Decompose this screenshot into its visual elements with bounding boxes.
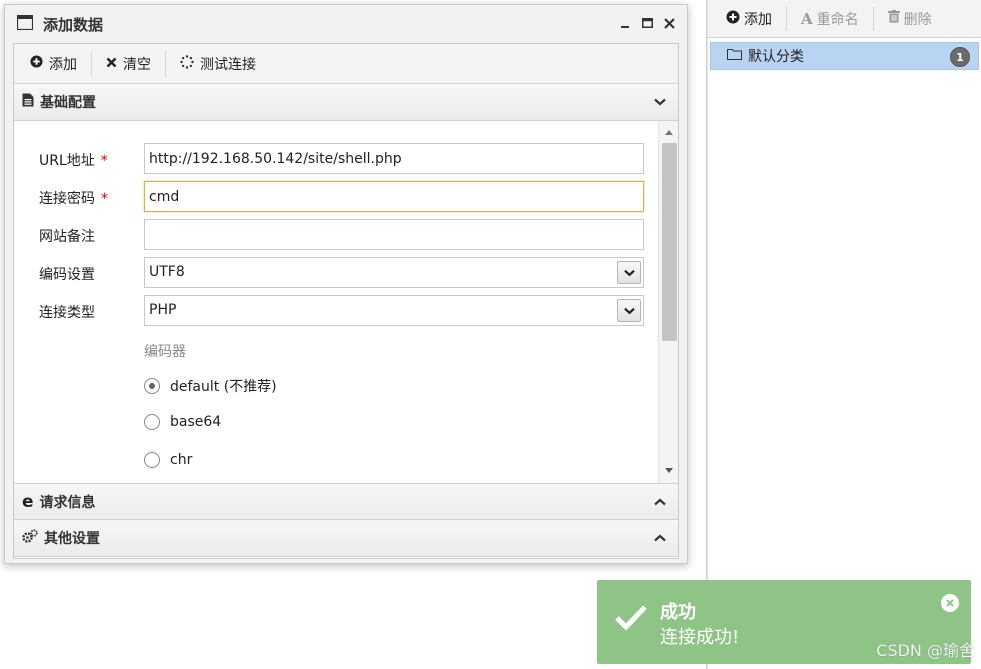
note-input[interactable]	[144, 219, 644, 250]
window-icon	[16, 14, 34, 34]
section-other-settings[interactable]: 其他设置	[14, 520, 678, 557]
close-icon[interactable]	[941, 594, 959, 612]
password-label: 连接密码 *	[39, 191, 108, 207]
encoder-option-label: base64	[170, 414, 222, 430]
trash-icon	[887, 10, 900, 27]
encoder-option-chr[interactable]: chr	[144, 452, 192, 468]
gears-icon	[22, 529, 38, 547]
category-delete-button[interactable]: 删除	[880, 6, 940, 32]
category-panel: 添加 A 重命名 删除 默认分类 1	[708, 0, 981, 669]
encoding-label: 编码设置	[39, 267, 95, 283]
category-label: 默认分类	[748, 49, 804, 65]
dialog-titlebar[interactable]: 添加数据	[5, 5, 687, 43]
category-delete-label: 删除	[903, 11, 932, 28]
close-icon	[106, 56, 117, 72]
type-label: 连接类型	[39, 305, 95, 321]
folder-icon	[727, 48, 742, 64]
encoder-option-base64[interactable]: base64	[144, 414, 221, 430]
section-request-info[interactable]: e 请求信息	[14, 483, 678, 520]
close-icon[interactable]	[661, 15, 677, 31]
watermark-text: CSDN @瑜舍	[876, 641, 975, 660]
add-button[interactable]: 添加	[22, 50, 85, 78]
note-label: 网站备注	[39, 229, 95, 245]
window-controls	[617, 15, 677, 31]
category-rename-button[interactable]: A 重命名	[793, 6, 867, 32]
encoding-select-value: UTF8	[149, 264, 185, 280]
clear-button[interactable]: 清空	[98, 50, 159, 78]
section-basic-config[interactable]: 基础配置	[14, 84, 678, 121]
url-label: URL地址 *	[39, 153, 108, 169]
encoder-label: 编码器	[144, 344, 186, 360]
plus-circle-icon	[30, 55, 43, 72]
password-input[interactable]	[144, 181, 644, 212]
encoding-select[interactable]: UTF8	[144, 257, 644, 288]
form-scrollbar[interactable]	[658, 121, 678, 483]
encoder-option-label: default (不推荐)	[170, 379, 277, 395]
test-connection-button[interactable]: 测试连接	[172, 50, 264, 78]
file-text-icon	[22, 93, 34, 111]
encoder-option-default[interactable]: default (不推荐)	[144, 376, 277, 396]
chevron-down-icon[interactable]	[617, 261, 641, 284]
chevron-up-icon[interactable]	[652, 494, 668, 510]
password-row: 连接密码 *	[14, 181, 654, 213]
plus-circle-icon	[726, 10, 740, 28]
radio-icon[interactable]	[144, 452, 160, 468]
scroll-thumb[interactable]	[662, 143, 677, 341]
url-row: URL地址 *	[14, 143, 654, 175]
spinner-icon	[180, 54, 194, 73]
category-toolbar: 添加 A 重命名 删除	[708, 0, 981, 38]
clear-button-label: 清空	[123, 56, 151, 73]
chevron-up-icon[interactable]	[652, 530, 668, 546]
type-select[interactable]: PHP	[144, 295, 644, 326]
toolbar-separator	[91, 50, 92, 77]
chevron-down-icon[interactable]	[617, 299, 641, 322]
radio-checked-icon[interactable]	[144, 378, 160, 394]
dialog-title: 添加数据	[43, 15, 104, 34]
category-add-label: 添加	[744, 11, 772, 28]
category-add-button[interactable]: 添加	[718, 6, 780, 32]
basic-config-form: URL地址* 连接密码* 网站备注 编码设置 UTF8	[14, 121, 678, 483]
toast-title: 成功	[660, 602, 696, 623]
toast-message: 连接成功!	[660, 627, 740, 648]
dialog-toolbar: 添加 清空 测试连接	[14, 44, 678, 84]
toolbar-separator	[872, 6, 874, 31]
type-select-value: PHP	[149, 302, 177, 318]
category-count-badge: 1	[950, 47, 970, 67]
section-request-title: 请求信息	[39, 494, 96, 511]
toolbar-separator	[786, 6, 787, 31]
test-connection-label: 测试连接	[200, 56, 256, 73]
encoder-option-label: chr	[170, 452, 193, 468]
checkmark-icon	[615, 604, 647, 634]
minimize-icon[interactable]	[617, 15, 633, 31]
category-item-default[interactable]: 默认分类 1	[710, 42, 979, 70]
toolbar-separator	[165, 50, 166, 77]
category-rename-label: 重命名	[816, 11, 859, 28]
section-other-title: 其他设置	[44, 531, 100, 547]
ie-icon: e	[22, 491, 34, 512]
type-row: 连接类型 PHP	[14, 295, 654, 327]
chevron-down-icon[interactable]	[652, 94, 668, 110]
note-row: 网站备注	[14, 219, 654, 251]
dialog-body: 添加 清空 测试连接 基础配置 URL地址 * http://192.168.5…	[13, 43, 679, 559]
radio-icon[interactable]	[144, 414, 160, 430]
url-input[interactable]	[144, 143, 644, 174]
encoding-row: 编码设置 UTF8	[14, 257, 654, 289]
scroll-up-icon[interactable]	[664, 127, 674, 137]
scroll-down-icon[interactable]	[664, 465, 674, 475]
add-data-dialog: 添加数据 添加 清空 测试连接 基础配置 URL地址 * http://192.…	[4, 4, 688, 564]
add-button-label: 添加	[49, 56, 77, 73]
font-icon: A	[801, 9, 813, 28]
section-basic-title: 基础配置	[40, 95, 96, 111]
maximize-icon[interactable]	[639, 15, 655, 31]
